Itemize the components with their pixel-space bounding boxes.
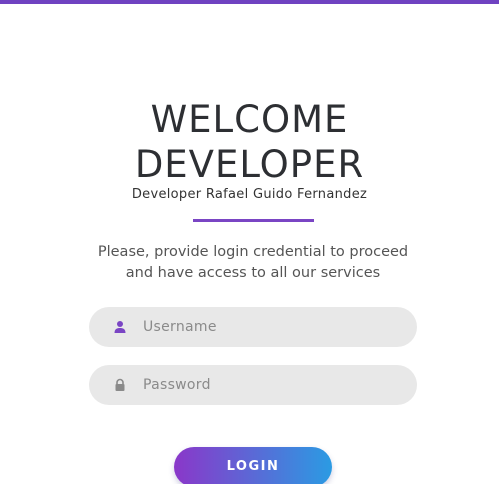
intro-line1: Please, provide login credential to proc… (97, 244, 409, 260)
intro-text: Please, provide login credential to proc… (60, 242, 446, 284)
username-input[interactable] (143, 307, 393, 347)
password-field[interactable] (89, 365, 417, 405)
page-title-line2: DEVELOPER (134, 143, 365, 186)
intro-line2: and have access to all our services (125, 265, 381, 281)
password-input[interactable] (143, 365, 393, 405)
login-button[interactable]: LOGIN (174, 447, 332, 484)
title-divider (193, 219, 314, 222)
lock-icon (115, 378, 125, 391)
page-title-line1: WELCOME (150, 98, 349, 141)
developer-subtitle: Developer Rafael Guido Fernandez (131, 187, 368, 202)
user-icon (114, 321, 126, 333)
top-accent-bar (0, 0, 499, 4)
username-field[interactable] (89, 307, 417, 347)
